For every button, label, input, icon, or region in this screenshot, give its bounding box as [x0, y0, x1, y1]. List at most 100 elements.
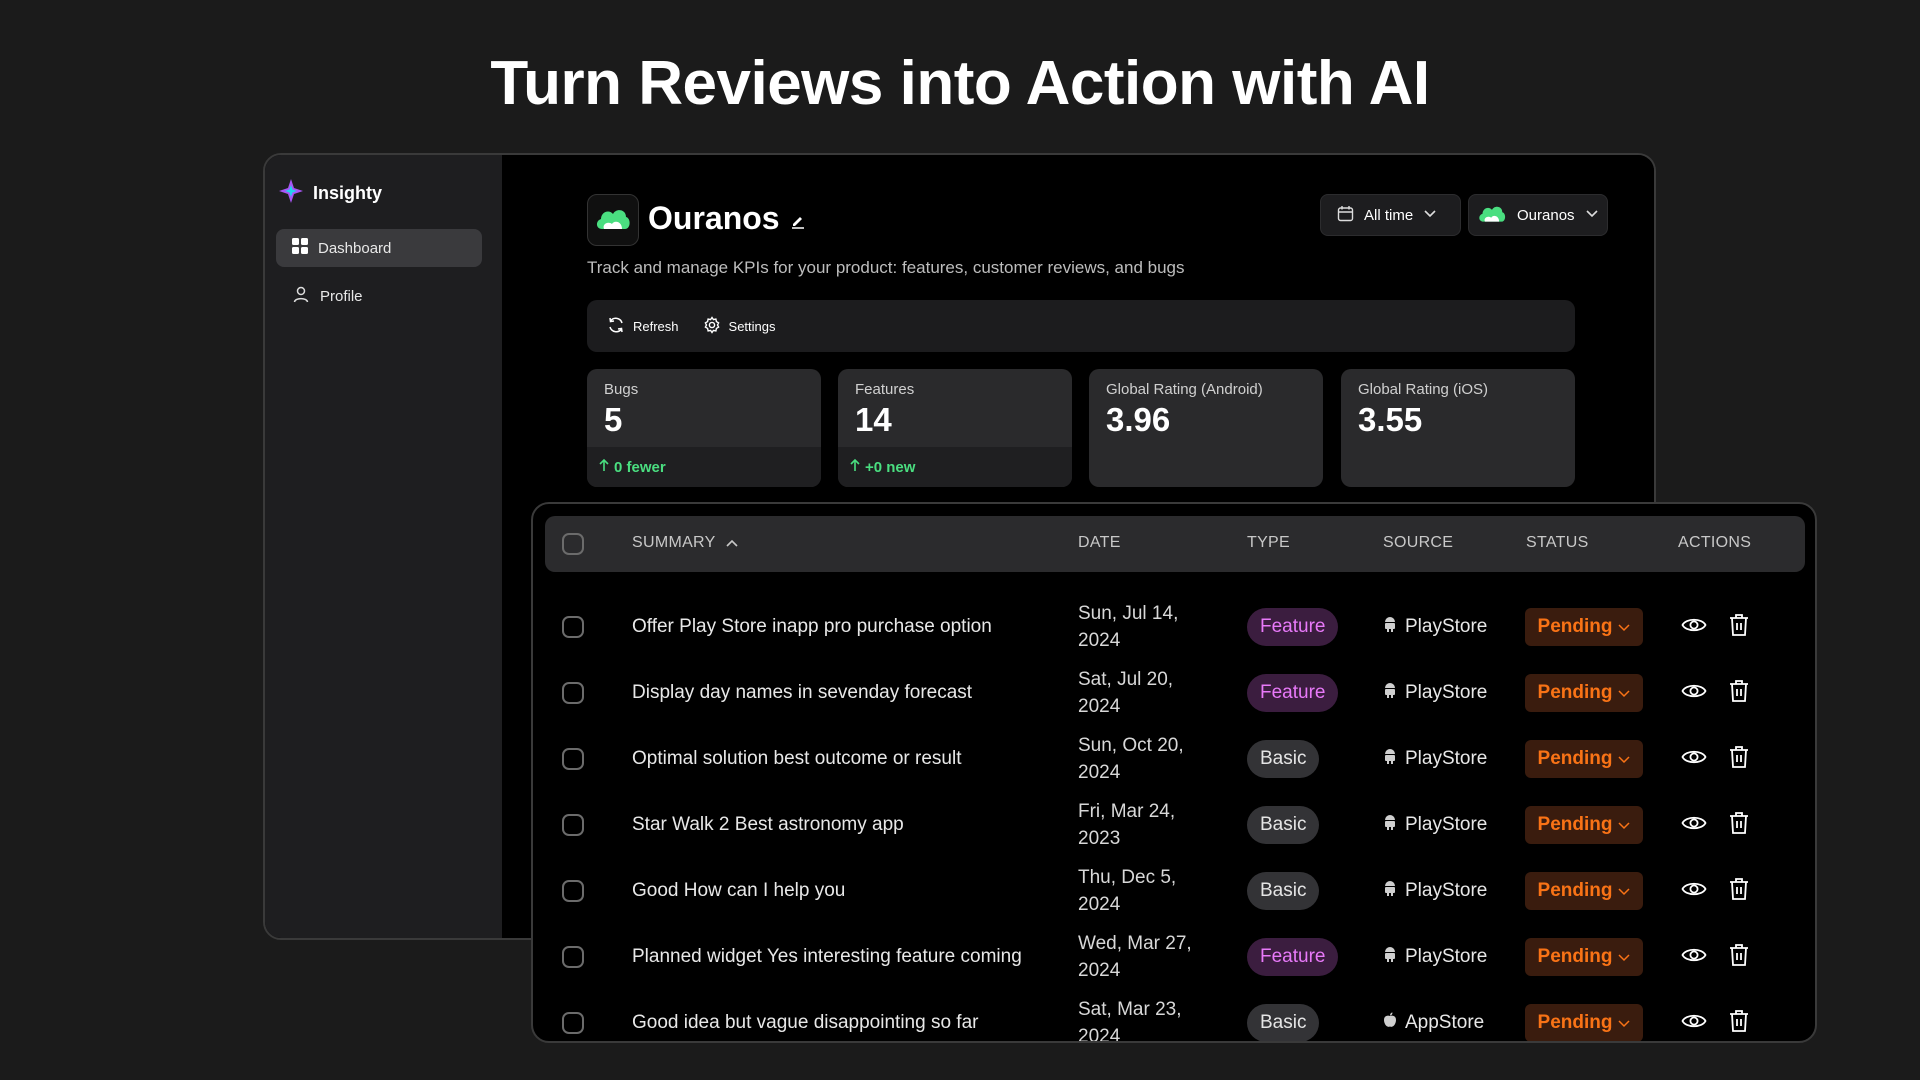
status-dropdown[interactable]: Pending: [1525, 806, 1643, 844]
row-checkbox[interactable]: [562, 682, 584, 704]
kpi-delta-text: +0 new: [865, 458, 916, 476]
chevron-down-icon: [1618, 814, 1630, 836]
edit-icon[interactable]: [790, 200, 806, 237]
summary-cell[interactable]: Good How can I help you: [632, 880, 845, 902]
view-button[interactable]: [1680, 1009, 1708, 1037]
view-button[interactable]: [1680, 943, 1708, 971]
sort-ascending-icon: [726, 534, 738, 552]
status-label: Pending: [1537, 748, 1613, 769]
view-button[interactable]: [1680, 811, 1708, 839]
brand[interactable]: Insighty: [277, 177, 382, 210]
source-label: PlayStore: [1405, 748, 1488, 769]
cloud-icon: [594, 203, 632, 238]
delete-button[interactable]: [1725, 745, 1753, 773]
kpi-card-features: Features 14 +0 new: [838, 369, 1072, 487]
date-line: Sat, Mar 23,: [1078, 999, 1182, 1020]
eye-icon: [1681, 615, 1707, 640]
status-dropdown[interactable]: Pending: [1525, 872, 1643, 910]
delete-button[interactable]: [1725, 877, 1753, 905]
status-label: Pending: [1537, 880, 1613, 901]
delete-button[interactable]: [1725, 613, 1753, 641]
trash-icon: [1728, 613, 1750, 642]
status-dropdown[interactable]: Pending: [1525, 1004, 1643, 1041]
column-header-label: SUMMARY: [632, 534, 716, 551]
trash-icon: [1728, 745, 1750, 774]
status-dropdown[interactable]: Pending: [1525, 938, 1643, 976]
app-name: Ouranos: [648, 200, 780, 236]
status-label: Pending: [1537, 1012, 1613, 1033]
summary-cell[interactable]: Optimal solution best outcome or result: [632, 748, 962, 770]
settings-button[interactable]: Settings: [703, 315, 776, 337]
source-cell: PlayStore: [1383, 814, 1487, 836]
source-label: PlayStore: [1405, 880, 1488, 901]
date-cell: Fri, Mar 24, 2023: [1078, 798, 1218, 852]
row-checkbox[interactable]: [562, 814, 584, 836]
summary-cell[interactable]: Offer Play Store inapp pro purchase opti…: [632, 616, 992, 638]
time-filter-dropdown[interactable]: All time: [1320, 194, 1461, 236]
table-row: Good How can I help you Thu, Dec 5, 2024 Ba…: [533, 858, 1815, 924]
column-header-type[interactable]: TYPE: [1247, 534, 1290, 552]
date-line: Fri, Mar 24,: [1078, 801, 1176, 822]
status-label: Pending: [1537, 616, 1613, 637]
date-cell: Wed, Mar 27, 2024: [1078, 930, 1218, 984]
delete-button[interactable]: [1725, 811, 1753, 839]
view-button[interactable]: [1680, 745, 1708, 773]
date-cell: Sun, Jul 14, 2024: [1078, 600, 1218, 654]
date-line: Sun, Oct 20,: [1078, 735, 1184, 756]
kpi-value: 3.96: [1106, 401, 1171, 438]
app-logo: [587, 194, 639, 246]
trash-icon: [1728, 877, 1750, 906]
refresh-icon: [607, 316, 625, 337]
date-line: Wed, Mar 27,: [1078, 933, 1192, 954]
sidebar-item-profile[interactable]: Profile: [276, 277, 482, 315]
view-button[interactable]: [1680, 613, 1708, 641]
column-header-status[interactable]: STATUS: [1526, 534, 1589, 552]
delete-button[interactable]: [1725, 679, 1753, 707]
source-cell: PlayStore: [1383, 748, 1487, 770]
type-badge: Basic: [1247, 740, 1320, 778]
type-badge: Basic: [1247, 806, 1320, 844]
column-header-summary[interactable]: SUMMARY: [632, 534, 738, 552]
row-checkbox[interactable]: [562, 880, 584, 902]
delete-button[interactable]: [1725, 943, 1753, 971]
settings-label: Settings: [728, 318, 776, 334]
summary-cell[interactable]: Good idea but vague disappointing so far: [632, 1012, 978, 1034]
cloud-icon: [1477, 201, 1507, 229]
column-header-source[interactable]: SOURCE: [1383, 534, 1453, 552]
sidebar-item-dashboard[interactable]: Dashboard: [276, 229, 482, 267]
type-badge: Feature: [1247, 938, 1339, 976]
table-row: Display day names in sevenday forecast Sa…: [533, 660, 1815, 726]
view-button[interactable]: [1680, 877, 1708, 905]
delete-button[interactable]: [1725, 1009, 1753, 1037]
refresh-label: Refresh: [633, 318, 679, 334]
status-dropdown[interactable]: Pending: [1525, 674, 1643, 712]
row-checkbox[interactable]: [562, 748, 584, 770]
row-checkbox[interactable]: [562, 1012, 584, 1034]
calendar-icon: [1337, 205, 1354, 226]
date-line: Thu, Dec 5,: [1078, 867, 1177, 888]
chevron-down-icon: [1618, 880, 1630, 902]
summary-cell[interactable]: Planned widget Yes interesting feature c…: [632, 946, 1022, 968]
app-selector-dropdown[interactable]: Ouranos: [1468, 194, 1608, 236]
view-button[interactable]: [1680, 679, 1708, 707]
summary-cell[interactable]: Star Walk 2 Best astronomy app: [632, 814, 904, 836]
select-all-checkbox[interactable]: [562, 533, 584, 555]
table-row: Offer Play Store inapp pro purchase opti…: [533, 594, 1815, 660]
app-selector-value: Ouranos: [1517, 206, 1575, 224]
eye-icon: [1681, 945, 1707, 970]
android-icon: [1383, 880, 1397, 902]
date-cell: Sat, Jul 20, 2024: [1078, 666, 1218, 720]
trash-icon: [1728, 1009, 1750, 1038]
row-checkbox[interactable]: [562, 616, 584, 638]
status-dropdown[interactable]: Pending: [1525, 740, 1643, 778]
source-cell: PlayStore: [1383, 616, 1487, 638]
chevron-down-icon: [1618, 946, 1630, 968]
date-year: 2024: [1078, 630, 1121, 651]
refresh-button[interactable]: Refresh: [607, 316, 679, 337]
android-icon: [1383, 682, 1397, 704]
row-checkbox[interactable]: [562, 946, 584, 968]
summary-cell[interactable]: Display day names in sevenday forecast: [632, 682, 972, 704]
status-dropdown[interactable]: Pending: [1525, 608, 1643, 646]
date-year: 2024: [1078, 1026, 1121, 1043]
column-header-date[interactable]: DATE: [1078, 534, 1121, 552]
